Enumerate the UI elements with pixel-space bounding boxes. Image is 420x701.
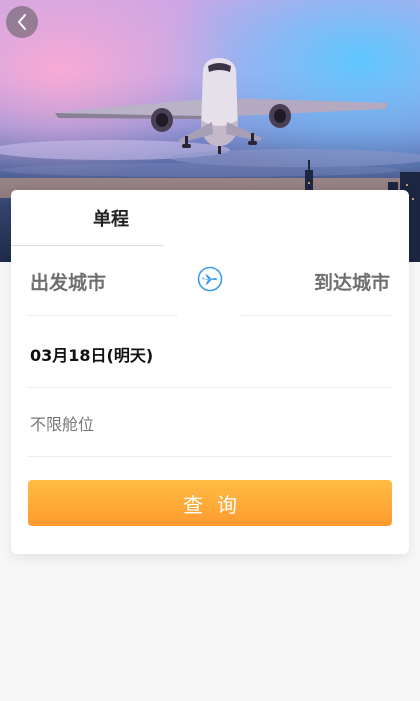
route-selector: 出发城市 到达城市: [11, 254, 409, 316]
tab-divider: [11, 245, 163, 246]
arrival-underline: [241, 315, 391, 316]
flight-search-page: 单程 往返 出发城市 到达城市 03月18日(明天) 不限舱位 查询: [0, 0, 420, 701]
departure-underline: [28, 315, 178, 316]
swap-cities-button[interactable]: [197, 266, 223, 292]
arrival-city-field[interactable]: 到达城市: [314, 268, 390, 295]
tab-round-trip[interactable]: 往返: [243, 190, 383, 246]
departure-date-field[interactable]: 03月18日(明天): [28, 318, 392, 388]
departure-city-field[interactable]: 出发城市: [30, 268, 106, 295]
chevron-left-icon: [18, 14, 26, 30]
cabin-divider: [28, 456, 392, 457]
departure-date-value: 03月18日(明天): [30, 346, 154, 365]
cabin-class-value: 不限舱位: [30, 415, 95, 434]
back-button[interactable]: [6, 6, 38, 38]
plane-swap-icon: [197, 266, 223, 292]
search-card: 单程 往返 出发城市 到达城市 03月18日(明天) 不限舱位 查询: [11, 190, 409, 554]
cabin-class-field[interactable]: 不限舱位: [28, 387, 392, 457]
tab-one-way[interactable]: 单程: [11, 190, 211, 246]
airplane-illustration: [55, 58, 388, 154]
trip-type-tabs: 单程 往返: [11, 190, 409, 246]
search-button[interactable]: 查询: [28, 480, 392, 526]
